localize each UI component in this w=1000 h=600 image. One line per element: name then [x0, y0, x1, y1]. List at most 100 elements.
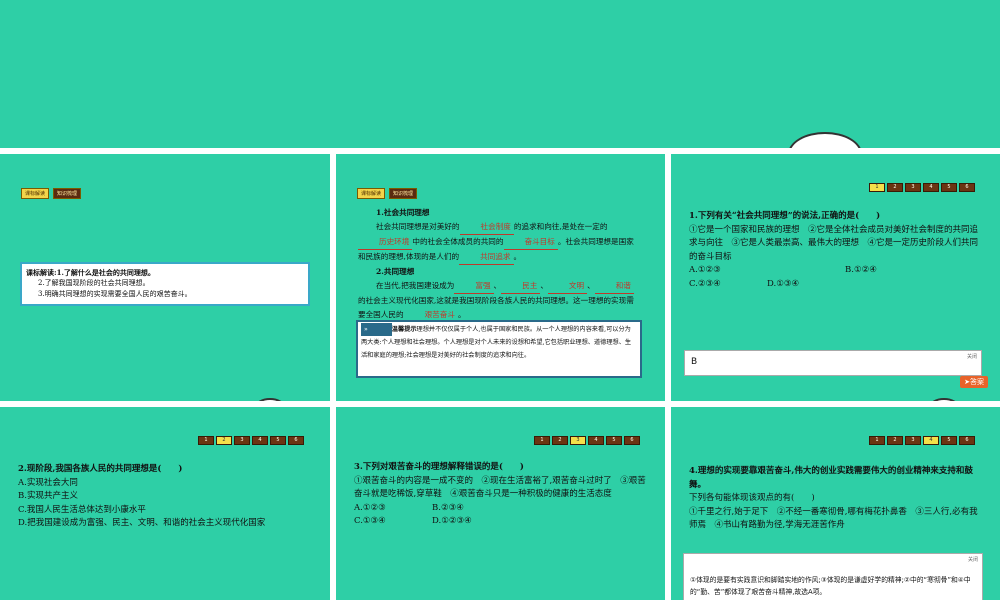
- text: 在当代,把我国建设成为: [376, 281, 455, 290]
- option-a[interactable]: A.①②③: [689, 264, 845, 278]
- question-items: ①千里之行,始于足下 ②不经一番寒彻骨,哪有梅花扑鼻香 ③三人行,必有我师焉 ④…: [689, 506, 978, 531]
- slide-top: [0, 0, 1000, 148]
- question-items: ①它是一个国家和民族的理想 ②它是全体社会成员对美好社会制度的共同追求与向往 ③…: [689, 224, 979, 262]
- options-row-2: C.②③④ D.①③④: [689, 278, 985, 292]
- question: 2.现阶段,我国各族人民的共同理想是( ): [18, 464, 183, 474]
- pager: 1 2 3 4 5 6: [534, 436, 640, 445]
- question-text: 4.理想的实现要靠艰苦奋斗,伟大的创业实践需要伟大的创业精神来支持和鼓舞。 下列…: [689, 465, 985, 533]
- option-a[interactable]: A.实现社会大同: [18, 477, 318, 491]
- paragraph-2: 在当代,把我国建设成为 富强、民主、文明、和谐的社会主义现代化国家,这就是我国现阶…: [358, 279, 640, 323]
- option-a[interactable]: A.①②③: [354, 502, 432, 516]
- page-button-2[interactable]: 2: [216, 436, 232, 445]
- pager: 1 2 3 4 5 6: [869, 183, 975, 192]
- slide-question-2[interactable]: 1 2 3 4 5 6 2.现阶段,我国各族人民的共同理想是( ) A.实现社会…: [0, 407, 330, 600]
- page-button-4[interactable]: 4: [252, 436, 268, 445]
- tip-title: 温馨提示: [391, 326, 417, 333]
- page-button-1[interactable]: 1: [869, 183, 885, 192]
- page-button-6[interactable]: 6: [959, 436, 975, 445]
- page-button-4[interactable]: 4: [923, 436, 939, 445]
- option-c[interactable]: C.②③④: [689, 278, 767, 292]
- tag-standards[interactable]: 课标解读: [21, 188, 50, 199]
- answer-button[interactable]: ➤答案: [960, 376, 988, 388]
- pager: 1 2 3 4 5 6: [198, 436, 304, 445]
- tip-label: »: [361, 323, 392, 336]
- options-row-2: C.①③④ D.①②③④: [354, 515, 646, 529]
- page-button-1[interactable]: 1: [198, 436, 214, 445]
- page-button-3[interactable]: 3: [905, 436, 921, 445]
- tag-knowledge[interactable]: 知识梳理: [389, 188, 418, 199]
- close-button[interactable]: 关闭: [968, 556, 978, 563]
- mascot-decoration: [788, 132, 862, 148]
- mascot-decoration: [929, 398, 959, 401]
- blank-2: 历史环境: [358, 235, 413, 250]
- option-d[interactable]: D.把我国建设成为富强、民主、文明、和谐的社会主义现代化国家: [18, 517, 318, 531]
- page-button-6[interactable]: 6: [624, 436, 640, 445]
- slide-question-3[interactable]: 1 2 3 4 5 6 3.下列对艰苦奋斗的理想解释错误的是( ) ①艰苦奋斗的…: [336, 407, 665, 600]
- question-text: 1.下列有关“社会共同理想”的说法,正确的是( ) ①它是一个国家和民族的理想 …: [689, 210, 985, 291]
- close-button[interactable]: 关闭: [967, 353, 977, 360]
- knowledge-text: 1.社会共同理想 社会共同理想是对美好的 社会制度 的追求和向往,是处在一定的历史环…: [358, 206, 640, 323]
- explanation-box: 关闭 ①体现的是要有实践意识和脚踏实地的作风;③体现的是谦虚好学的精神;②中的“…: [683, 553, 983, 600]
- page-button-2[interactable]: 2: [887, 183, 903, 192]
- slide-knowledge[interactable]: 课标解读 知识梳理 1.社会共同理想 社会共同理想是对美好的 社会制度 的追求和向往…: [336, 154, 665, 401]
- paragraph-1: 社会共同理想是对美好的 社会制度 的追求和向往,是处在一定的历史环境 中的社会全体成员…: [358, 220, 640, 265]
- page-button-6[interactable]: 6: [959, 183, 975, 192]
- blank-7: 文明: [547, 279, 588, 294]
- option-b[interactable]: B.①②④: [845, 264, 877, 278]
- objectives-box: 课标解读:1.了解什么是社会的共同理想。 2.了解我国现阶段的社会共同理想。 3…: [20, 262, 310, 306]
- question: 1.下列有关“社会共同理想”的说法,正确的是( ): [689, 211, 881, 221]
- text: 的社会主义现代化国家,这就是我国现阶段各族人民的共同理想。这一理想的实现需要全国…: [358, 296, 634, 319]
- page-button-4[interactable]: 4: [923, 183, 939, 192]
- question: 3.下列对艰苦奋斗的理想解释错误的是( ): [354, 462, 524, 472]
- blank-6: 民主: [501, 279, 541, 294]
- objective-3: 3.明确共同理想的实现需要全国人民的艰苦奋斗。: [38, 290, 192, 298]
- page-button-3[interactable]: 3: [570, 436, 586, 445]
- option-b[interactable]: B.实现共产主义: [18, 490, 318, 504]
- question-text: 3.下列对艰苦奋斗的理想解释错误的是( ) ①艰苦奋斗的内容是一成不变的 ②现在…: [354, 461, 646, 529]
- text: 的追求和向往,是处在一定的: [513, 222, 608, 231]
- question-text: 2.现阶段,我国各族人民的共同理想是( ) A.实现社会大同 B.实现共产主义 …: [18, 463, 318, 531]
- tag-knowledge[interactable]: 知识梳理: [53, 188, 82, 199]
- page-button-6[interactable]: 6: [288, 436, 304, 445]
- page-button-2[interactable]: 2: [552, 436, 568, 445]
- blank-3: 奋斗目标: [503, 235, 558, 250]
- question-items: ①艰苦奋斗的内容是一成不变的 ②现在生活富裕了,艰苦奋斗过时了 ③艰苦奋斗就是吃…: [354, 475, 646, 500]
- mascot-decoration: [255, 398, 285, 401]
- heading-2: 2.共同理想: [376, 267, 415, 276]
- page-button-5[interactable]: 5: [941, 183, 957, 192]
- text: 社会共同理想是对美好的: [376, 222, 460, 231]
- answer-button-label: 答案: [970, 378, 984, 386]
- page-button-5[interactable]: 5: [270, 436, 286, 445]
- question-sub: 下列各句能体现该观点的有( ): [689, 493, 815, 503]
- answer-value: B: [691, 357, 698, 367]
- blank-1: 社会制度: [459, 220, 514, 235]
- text: 。: [513, 252, 522, 261]
- text: 中的社会全体成员的共同的: [412, 237, 504, 246]
- option-d[interactable]: D.①②③④: [432, 515, 472, 529]
- pager: 1 2 3 4 5 6: [869, 436, 975, 445]
- slide-objectives[interactable]: 课标解读 知识梳理 课标解读:1.了解什么是社会的共同理想。 2.了解我国现阶段…: [0, 154, 330, 401]
- options-row-1: A.①②③ B.②③④: [354, 502, 646, 516]
- tag-standards[interactable]: 课标解读: [357, 188, 386, 199]
- page-button-5[interactable]: 5: [606, 436, 622, 445]
- option-b[interactable]: B.②③④: [432, 502, 464, 516]
- page-button-5[interactable]: 5: [941, 436, 957, 445]
- slide-question-4[interactable]: 1 2 3 4 5 6 4.理想的实现要靠艰苦奋斗,伟大的创业实践需要伟大的创业…: [671, 407, 1000, 600]
- page-button-2[interactable]: 2: [887, 436, 903, 445]
- answer-box: 关闭 B: [684, 350, 982, 376]
- page-button-3[interactable]: 3: [234, 436, 250, 445]
- page-button-1[interactable]: 1: [869, 436, 885, 445]
- text: 。: [457, 310, 466, 319]
- page-button-3[interactable]: 3: [905, 183, 921, 192]
- tag-row: 课标解读 知识梳理: [21, 188, 82, 199]
- option-c[interactable]: C.①③④: [354, 515, 432, 529]
- options-row-1: A.①②③ B.①②④: [689, 264, 985, 278]
- page-button-4[interactable]: 4: [588, 436, 604, 445]
- option-c[interactable]: C.我国人民生活总体达到小康水平: [18, 504, 318, 518]
- slide-question-1[interactable]: 1 2 3 4 5 6 1.下列有关“社会共同理想”的说法,正确的是( ) ①它…: [671, 154, 1000, 401]
- tip-box: » 温馨提示理想并不仅仅属于个人,也属于国家和民族。从一个人理想的内容来看,可以分…: [356, 320, 642, 378]
- explanation-text: ①体现的是要有实践意识和脚踏实地的作风;③体现的是谦虚好学的精神;②中的“寒彻骨…: [690, 576, 971, 596]
- heading-1: 1.社会共同理想: [376, 208, 430, 217]
- option-d[interactable]: D.①③④: [767, 278, 799, 292]
- page-button-1[interactable]: 1: [534, 436, 550, 445]
